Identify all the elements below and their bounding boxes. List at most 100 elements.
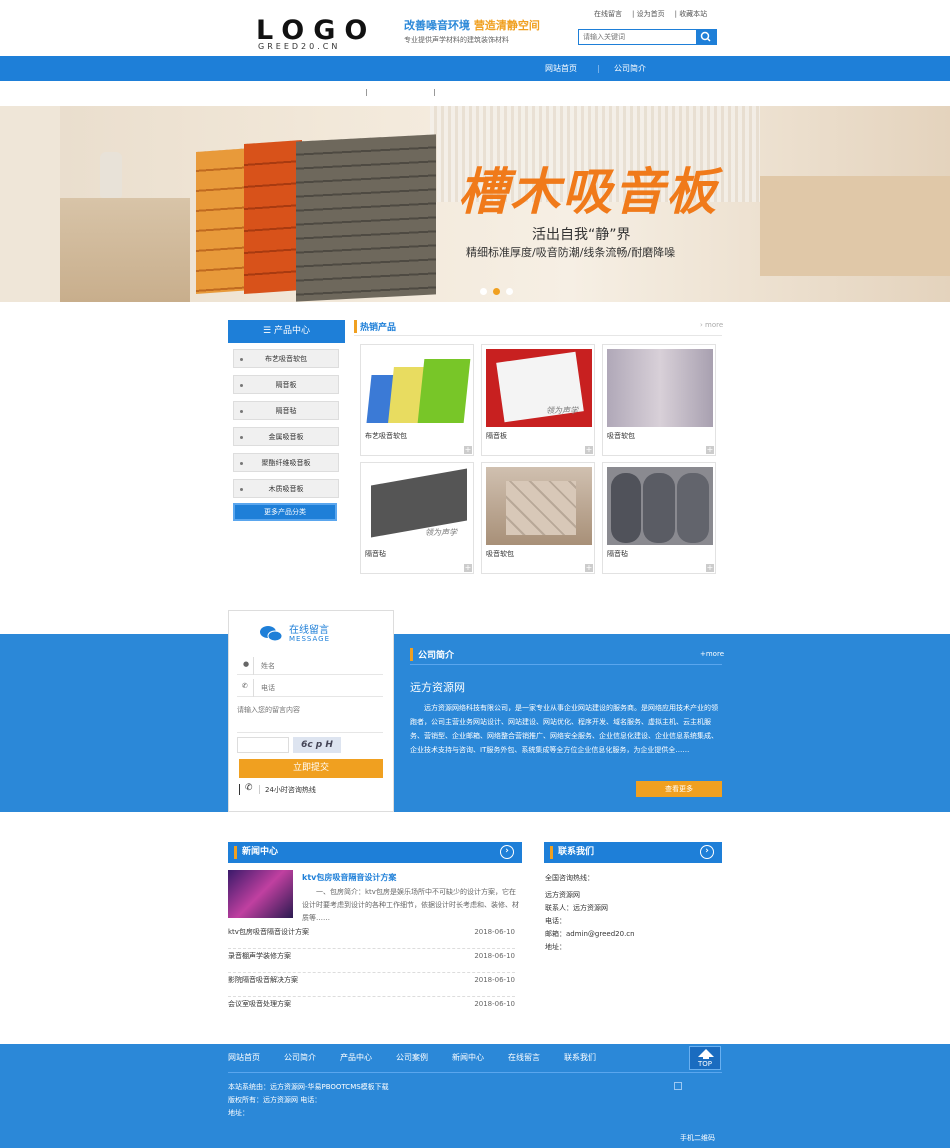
divider: [228, 1072, 722, 1073]
footer-nav-news[interactable]: 新闻中心: [452, 1052, 484, 1063]
search-button[interactable]: [696, 30, 716, 44]
message-form: 在线留言 MESSAGE ● ✆ 6c p H 立即提交 ✆ 24小时咨询热线: [228, 610, 394, 812]
content-textarea[interactable]: [237, 705, 383, 733]
chevron-right-icon[interactable]: ›: [700, 845, 714, 859]
news-item[interactable]: 会议室吸音处理方案 2018-06-10: [228, 997, 515, 1021]
captcha-image[interactable]: 6c p H: [293, 737, 341, 753]
product-card[interactable]: 领为声学 隔音板 +: [481, 344, 595, 456]
slider-dot-1[interactable]: [480, 288, 487, 295]
phone-input[interactable]: [261, 681, 371, 694]
name-input[interactable]: [261, 659, 371, 672]
footer-address: 地址：: [228, 1109, 249, 1117]
hotline-bar: [239, 784, 240, 795]
plus-icon[interactable]: +: [585, 564, 593, 572]
sidebar-item-wood[interactable]: 木质吸音板: [233, 479, 339, 498]
footer-nav-about[interactable]: 公司简介: [284, 1052, 316, 1063]
nav-divider: |: [597, 64, 600, 73]
news-item[interactable]: ktv包房吸音隔音设计方案 2018-06-10: [228, 925, 515, 949]
plus-icon[interactable]: +: [706, 446, 714, 454]
footer-nav-message[interactable]: 在线留言: [508, 1052, 540, 1063]
product-image: 领为声学: [365, 467, 471, 545]
nav-sub-divider: [434, 89, 435, 96]
sidebar-item-soundproof-board[interactable]: 隔音板: [233, 375, 339, 394]
sidebar-item-metal[interactable]: 金属吸音板: [233, 427, 339, 446]
phone-icon: ✆: [245, 783, 253, 793]
divider: [354, 335, 722, 336]
news-featured-title[interactable]: ktv包房吸音隔音设计方案: [302, 872, 396, 883]
phone-field[interactable]: ✆: [237, 679, 383, 697]
sidebar-item-label: 隔音毡: [275, 407, 297, 415]
sidebar-title: ☰ 产品中心: [228, 320, 345, 343]
product-card[interactable]: 隔音毡 +: [602, 462, 716, 574]
product-roll: [611, 473, 641, 543]
product-card[interactable]: 布艺吸音软包 +: [360, 344, 474, 456]
top-link-message[interactable]: 在线留言: [594, 10, 622, 18]
news-featured-text: 一、包房简介：ktv包房是娱乐场所中不可缺少的设计方案，它在设计时要考虑到设计的…: [302, 888, 519, 922]
product-card[interactable]: 吸音软包 +: [481, 462, 595, 574]
product-watermark: 领为声学: [546, 406, 578, 415]
search-input[interactable]: [579, 30, 699, 44]
sidebar-item-label: 布艺吸音软包: [265, 355, 307, 363]
footer-nav-contact[interactable]: 联系我们: [564, 1052, 596, 1063]
submit-button[interactable]: 立即提交: [239, 759, 383, 778]
sidebar-item-polyester[interactable]: 聚酯纤维吸音板: [233, 453, 339, 472]
contact-company: 远方资源网: [545, 891, 580, 899]
product-image: 领为声学: [486, 349, 592, 427]
product-name: 隔音毡: [365, 550, 386, 558]
product-image: [607, 349, 713, 427]
news-item[interactable]: 录音棚声学装修方案 2018-06-10: [228, 949, 515, 973]
banner-cabinet: [60, 198, 190, 302]
view-more-button[interactable]: 查看更多: [636, 781, 722, 797]
nav-item-home[interactable]: 网站首页: [545, 56, 577, 81]
sidebar-item-fabric[interactable]: 布艺吸音软包: [233, 349, 339, 368]
top-link-homepage[interactable]: 设为首页: [637, 10, 665, 18]
top-label: TOP: [697, 1060, 712, 1068]
news-item-title: 录音棚声学装修方案: [228, 952, 291, 960]
divider: [410, 664, 722, 665]
contact-hotline: 全国咨询热线：: [545, 874, 594, 882]
product-card[interactable]: 领为声学 隔音毡 +: [360, 462, 474, 574]
plus-icon[interactable]: +: [706, 564, 714, 572]
product-name: 吸音软包: [486, 550, 514, 558]
banner[interactable]: 槽木吸音板 活出自我“静”界 精细标准厚度/吸音防潮/线条流畅/耐磨降噪: [0, 106, 950, 302]
more-categories-button[interactable]: 更多产品分类: [233, 503, 337, 521]
news-item-title: 会议室吸音处理方案: [228, 1000, 291, 1008]
plus-icon[interactable]: +: [464, 564, 472, 572]
plus-icon[interactable]: +: [464, 446, 472, 454]
news-item-date: 2018-06-10: [474, 976, 515, 984]
contact-phone: 电话：: [545, 917, 566, 925]
product-image: [365, 349, 471, 427]
field-divider: [253, 657, 254, 675]
sidebar-item-felt[interactable]: 隔音毡: [233, 401, 339, 420]
slogan-sub: 专业提供声学材料的建筑装饰材料: [404, 36, 509, 44]
banner-line2: 精细标准厚度/吸音防潮/线条流畅/耐磨降噪: [466, 246, 676, 259]
name-field[interactable]: ●: [237, 657, 383, 675]
captcha-input[interactable]: [237, 737, 289, 753]
footer-nav-products[interactable]: 产品中心: [340, 1052, 372, 1063]
footer-rights: 版权所有：远方资源网 电话：: [228, 1096, 322, 1104]
field-divider: [259, 785, 260, 794]
plus-icon[interactable]: +: [585, 446, 593, 454]
main-nav: 网站首页 | 公司简介: [0, 56, 950, 81]
product-card[interactable]: 吸音软包 +: [602, 344, 716, 456]
about-more-link[interactable]: +more: [700, 650, 724, 658]
slider-dot-2[interactable]: [493, 288, 500, 295]
footer-nav-cases[interactable]: 公司案例: [396, 1052, 428, 1063]
top-links: 在线留言 | 设为首页 | 收藏本站: [594, 10, 708, 18]
sidebar-item-label: 金属吸音板: [268, 433, 304, 441]
banner-wall: [0, 106, 60, 302]
nav-item-about[interactable]: 公司简介: [614, 56, 646, 81]
news-featured-image[interactable]: [228, 870, 293, 918]
footer-nav-home[interactable]: 网站首页: [228, 1052, 260, 1063]
top-link-favorite[interactable]: 收藏本站: [679, 10, 707, 18]
chevron-right-icon[interactable]: ›: [500, 845, 514, 859]
back-to-top-button[interactable]: TOP: [689, 1046, 721, 1070]
product-swatch: [417, 359, 471, 423]
hotline-label: 24小时咨询热线: [265, 786, 316, 794]
news-item[interactable]: 影院隔音吸音解决方案 2018-06-10: [228, 973, 515, 997]
banner-bed: [760, 176, 950, 276]
mobile-qr-label: 手机二维码: [680, 1134, 715, 1142]
hot-more-link[interactable]: › more: [700, 321, 723, 329]
slider-dot-3[interactable]: [506, 288, 513, 295]
news-item-date: 2018-06-10: [474, 952, 515, 960]
